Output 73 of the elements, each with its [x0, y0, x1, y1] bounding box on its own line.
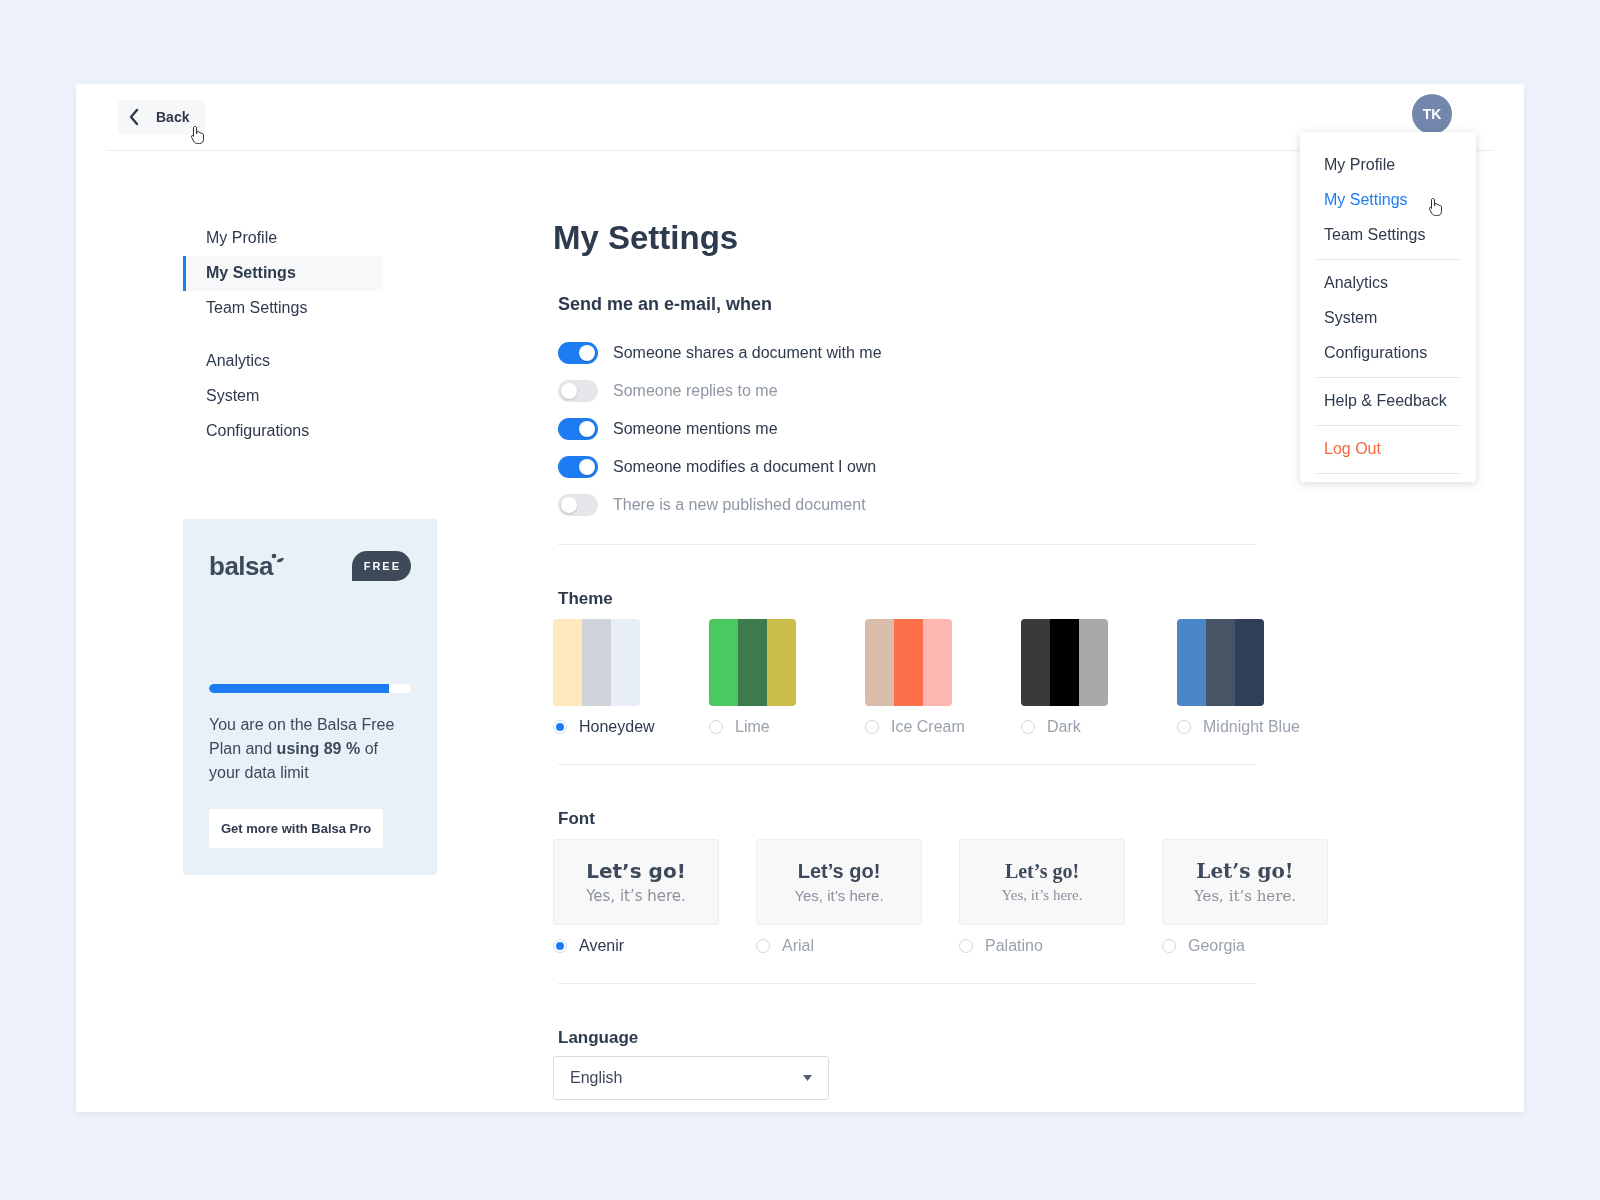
language-select[interactable]: English — [553, 1056, 829, 1100]
toggle-switch[interactable] — [558, 342, 598, 364]
hand-cursor-icon — [1428, 197, 1444, 217]
radio-button[interactable] — [1177, 720, 1191, 734]
logo: balsa — [209, 551, 285, 582]
sidebar-item[interactable]: Team Settings — [183, 291, 383, 326]
radio-label: Honeydew — [579, 718, 655, 736]
sidebar-item[interactable]: My Settings — [183, 256, 383, 291]
section-heading: Send me an e-mail, when — [557, 294, 774, 315]
font-preview-card[interactable]: Let’s go! Yes, it’s here. — [959, 839, 1125, 925]
preview-title: Let’s go! — [1004, 860, 1080, 883]
radio-button[interactable] — [865, 720, 879, 734]
sidebar-item[interactable]: System — [183, 379, 383, 414]
preview-text: Yes, it’s here. — [1193, 887, 1297, 905]
radio-label: Georgia — [1188, 937, 1245, 955]
hand-cursor-icon — [190, 125, 206, 145]
radio-label: Dark — [1047, 718, 1081, 736]
theme-swatch[interactable] — [1021, 619, 1108, 706]
menu-item[interactable]: My Settings — [1316, 183, 1460, 218]
radio-button[interactable] — [553, 939, 567, 953]
avatar[interactable]: TK — [1412, 94, 1452, 134]
toggle-switch[interactable] — [558, 494, 598, 516]
toggle-switch[interactable] — [558, 380, 598, 402]
radio-label: Palatino — [985, 937, 1043, 955]
font-preview-card[interactable]: Let’s go! Yes, it’s here. — [553, 839, 719, 925]
sidebar-item[interactable]: Configurations — [183, 414, 383, 449]
section-heading: Theme — [557, 589, 614, 609]
toggle-switch[interactable] — [558, 456, 598, 478]
menu-item[interactable]: Analytics — [1316, 266, 1460, 301]
radio-label: Avenir — [579, 937, 625, 955]
radio-button[interactable] — [553, 720, 567, 734]
toggle-switch[interactable] — [558, 418, 598, 440]
menu-item[interactable]: Help & Feedback — [1316, 384, 1460, 419]
section-heading: Font — [557, 809, 596, 829]
section-heading: Language — [557, 1028, 640, 1048]
menu-item[interactable]: My Profile — [1316, 148, 1460, 183]
radio-label: Midnight Blue — [1203, 718, 1300, 736]
radio-button[interactable] — [959, 939, 973, 953]
menu-item[interactable]: Configurations — [1316, 336, 1460, 371]
menu-item[interactable]: Team Settings — [1316, 218, 1460, 253]
preview-title: Let’s go! — [1196, 859, 1294, 883]
theme-swatch[interactable] — [865, 619, 952, 706]
radio-button[interactable] — [709, 720, 723, 734]
sidebar-item[interactable]: My Profile — [183, 221, 383, 256]
radio-button[interactable] — [1162, 939, 1176, 953]
sidebar-item[interactable]: Analytics — [183, 344, 383, 379]
preview-title: Let’s go! — [586, 859, 686, 883]
theme-swatch[interactable] — [1177, 619, 1264, 706]
preview-text: Yes, it’s here. — [586, 887, 686, 905]
radio-label: Arial — [782, 937, 814, 955]
toggle-label: Someone mentions me — [613, 420, 778, 438]
radio-label: Lime — [735, 718, 770, 736]
radio-label: Ice Cream — [891, 718, 965, 736]
preview-title: Let’s go! — [797, 860, 881, 883]
caret-icon — [803, 1075, 812, 1081]
plan-message: You are on the Balsa Free Plan and using 89 % of your data limit — [209, 715, 396, 783]
radio-button[interactable] — [756, 939, 770, 953]
toggle-label: Someone replies to me — [613, 382, 778, 400]
radio-button[interactable] — [1021, 720, 1035, 734]
upgrade-button[interactable]: Get more with Balsa Pro — [209, 809, 384, 848]
font-preview-card[interactable]: Let’s go! Yes, it’s here. — [756, 839, 922, 925]
theme-swatch[interactable] — [553, 619, 640, 706]
preview-text: Yes, it’s here. — [1001, 887, 1083, 904]
preview-text: Yes, it’s here. — [794, 887, 884, 904]
back-button[interactable]: Back — [118, 100, 206, 134]
toggle-label: Someone shares a document with me — [613, 344, 882, 362]
font-preview-card[interactable]: Let’s go! Yes, it’s here. — [1162, 839, 1328, 925]
toggle-label: There is a new published document — [613, 496, 866, 514]
theme-swatch[interactable] — [709, 619, 796, 706]
chevron-left-icon — [128, 108, 140, 126]
toggle-label: Someone modifies a document I own — [613, 458, 877, 476]
menu-item[interactable]: System — [1316, 301, 1460, 336]
plan-badge: FREE — [351, 551, 411, 581]
